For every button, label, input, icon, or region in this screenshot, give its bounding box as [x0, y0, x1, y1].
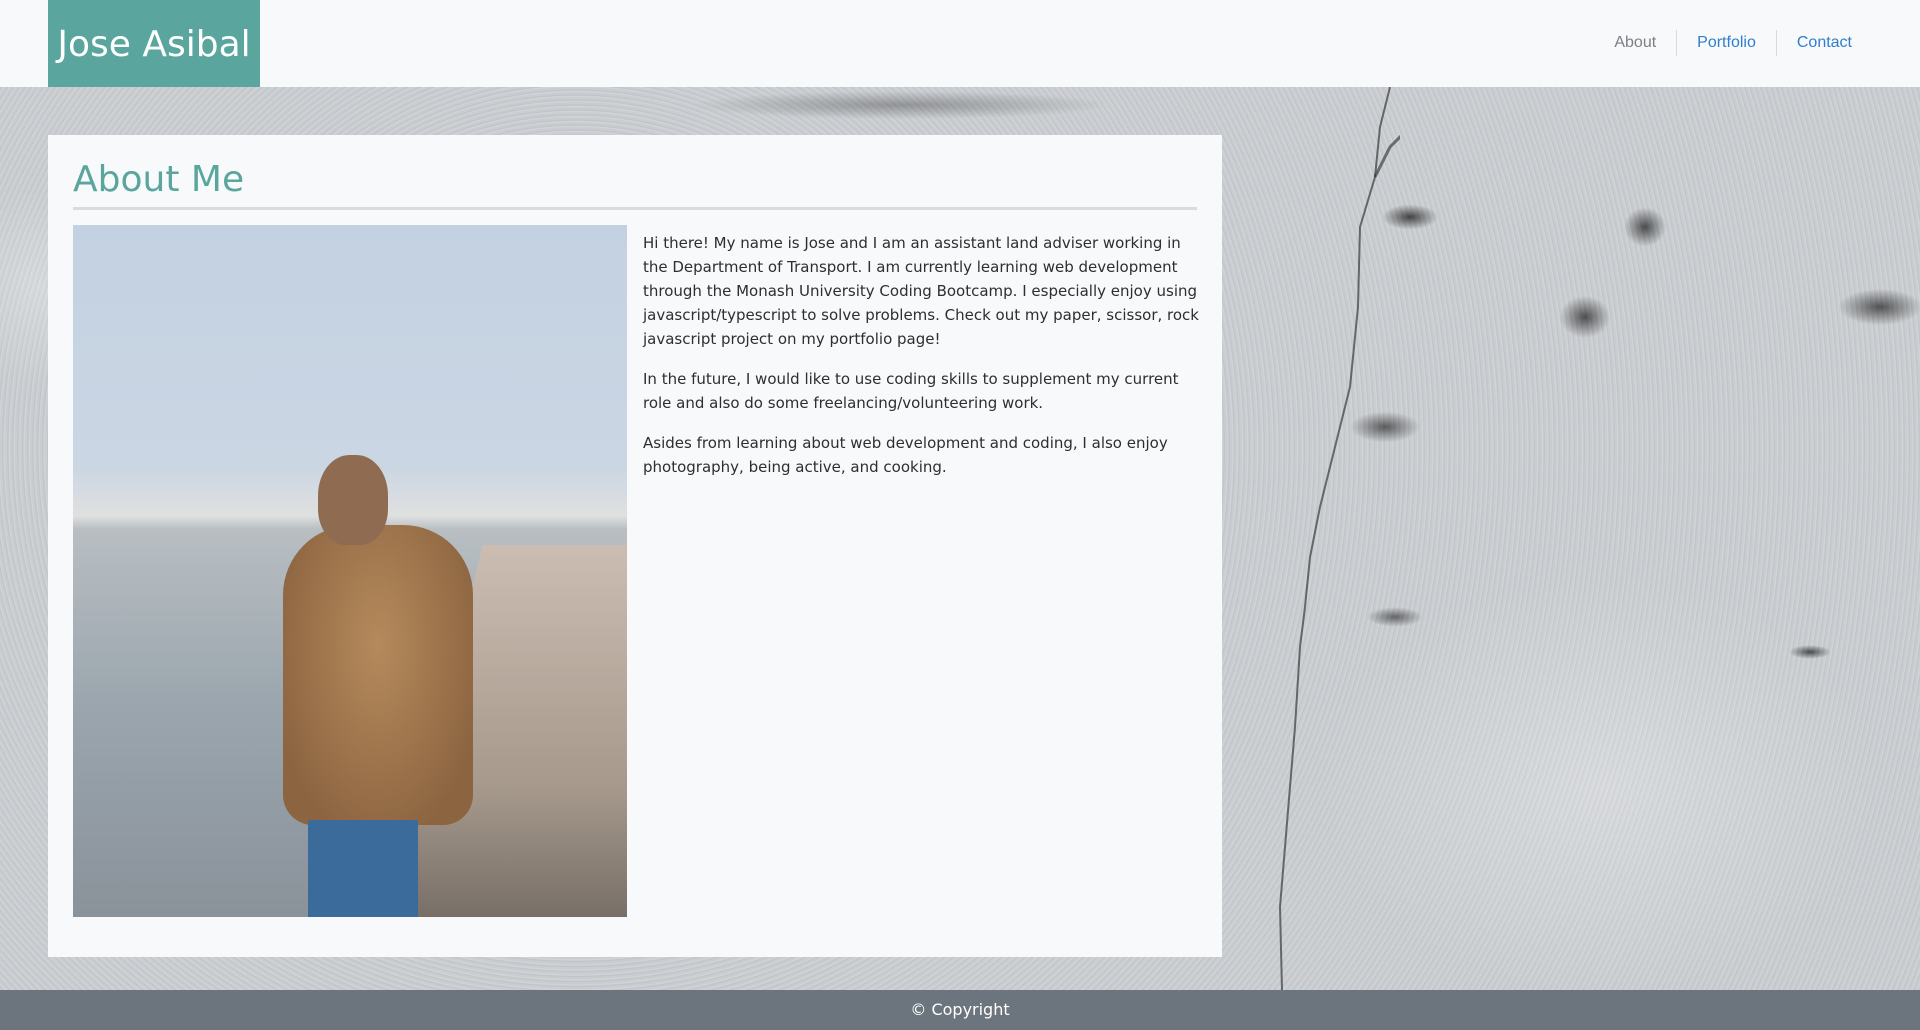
- page-title: About Me: [73, 159, 1197, 210]
- profile-photo: [73, 225, 627, 917]
- nav-link-about[interactable]: About: [1594, 30, 1676, 56]
- about-card: About Me Hi there! My name is Jose and I…: [48, 135, 1222, 957]
- photo-person-head: [318, 455, 388, 545]
- nav-menu: About Portfolio Contact: [1594, 30, 1872, 56]
- navbar: Jose Asibal About Portfolio Contact: [0, 0, 1920, 87]
- about-paragraph-2: In the future, I would like to use codin…: [643, 370, 1179, 412]
- footer: © Copyright: [0, 990, 1920, 1030]
- copyright-text: © Copyright: [910, 1000, 1010, 1019]
- nav-link-contact[interactable]: Contact: [1775, 30, 1872, 56]
- about-text: Hi there! My name is Jose and I am an as…: [643, 225, 1203, 495]
- about-paragraph-3: Asides from learning about web developme…: [643, 434, 1168, 476]
- photo-person-jacket: [283, 525, 473, 825]
- nav-link-portfolio[interactable]: Portfolio: [1676, 30, 1776, 56]
- about-paragraph-1: Hi there! My name is Jose and I am an as…: [643, 234, 1199, 348]
- brand-logo[interactable]: Jose Asibal: [48, 0, 260, 87]
- photo-person-jeans: [308, 820, 418, 917]
